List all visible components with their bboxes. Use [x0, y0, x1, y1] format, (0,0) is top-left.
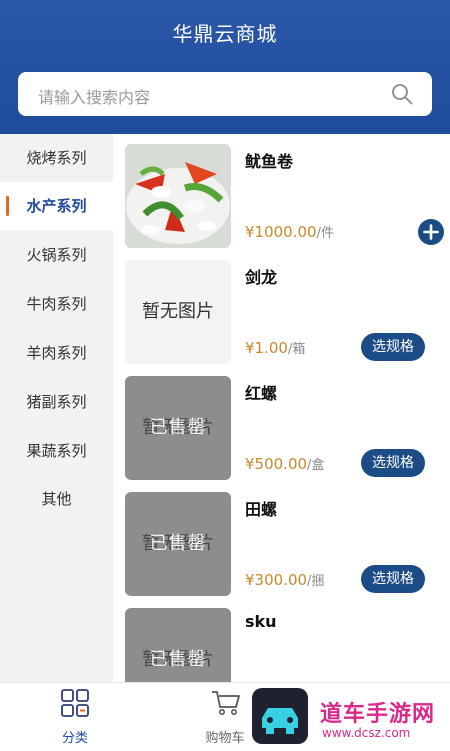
search-icon[interactable]: [390, 82, 414, 106]
product-item[interactable]: 暂无图片 已售罄 sku: [125, 608, 445, 682]
product-image[interactable]: [125, 144, 231, 248]
product-price: ¥1.00/箱: [245, 338, 305, 357]
product-name: 鱿鱼卷: [245, 152, 294, 171]
product-image[interactable]: 暂无图片: [125, 260, 231, 364]
product-price: ¥300.00/捆: [245, 570, 324, 589]
price-unit: /箱: [287, 342, 306, 357]
sold-out-overlay: 已售罄: [149, 417, 207, 438]
sold-out-overlay: 已售罄: [149, 649, 207, 670]
grid-icon: [61, 689, 89, 717]
search-input[interactable]: 请输入搜索内容: [38, 84, 150, 108]
add-to-cart-icon[interactable]: [418, 219, 444, 245]
product-image[interactable]: 暂无图片 已售罄: [125, 376, 231, 480]
product-name: 田螺: [245, 500, 278, 519]
no-image-label: 暂无图片: [142, 301, 214, 322]
product-name: sku: [245, 612, 277, 631]
product-image[interactable]: 暂无图片 已售罄: [125, 492, 231, 596]
price-value: ¥1.00: [245, 339, 288, 357]
tab-label: 分类: [61, 731, 88, 746]
watermark-logo: [252, 688, 308, 744]
price-unit: /件: [316, 226, 334, 241]
watermark-text: 道车手游网: [320, 702, 436, 727]
product-item[interactable]: 暂无图片 已售罄 红螺 ¥500.00/盒 选规格: [125, 376, 445, 482]
product-image[interactable]: 暂无图片 已售罄: [125, 608, 231, 682]
product-name: 红螺: [245, 384, 278, 403]
price-unit: /盒: [307, 458, 325, 473]
tab-category[interactable]: 分类: [30, 683, 120, 751]
search-box[interactable]: 请输入搜索内容: [18, 72, 432, 116]
product-list: 鱿鱼卷 ¥1000.00/件 暂无图片 剑龙 ¥1.00/箱 选规格 暂无图片 …: [113, 134, 450, 682]
price-unit: /捆: [307, 574, 325, 589]
product-item[interactable]: 暂无图片 剑龙 ¥1.00/箱 选规格: [125, 260, 445, 366]
product-name: 剑龙: [245, 268, 278, 287]
sold-out-overlay: 已售罄: [149, 533, 207, 554]
sidebar-item-lamb[interactable]: 羊肉系列: [0, 329, 113, 377]
price-value: ¥1000.00: [245, 223, 317, 241]
price-value: ¥300.00: [245, 571, 308, 589]
sidebar-item-seafood[interactable]: 水产系列: [0, 182, 113, 230]
sidebar-item-bbq[interactable]: 烧烤系列: [0, 134, 113, 182]
choose-spec-button[interactable]: 选规格: [361, 449, 425, 477]
watermark-url: www.dcsz.com: [322, 726, 411, 740]
choose-spec-button[interactable]: 选规格: [361, 333, 425, 361]
sidebar-item-pork-offal[interactable]: 猪副系列: [0, 378, 113, 426]
cart-icon: [212, 691, 240, 715]
product-price: ¥500.00/盒: [245, 454, 324, 473]
choose-spec-button[interactable]: 选规格: [361, 565, 425, 593]
category-sidebar: 烧烤系列 水产系列 火锅系列 牛肉系列 羊肉系列 猪副系列 果蔬系列 其他: [0, 134, 113, 682]
app-title: 华鼎云商城: [172, 22, 278, 46]
price-value: ¥500.00: [245, 455, 308, 473]
sidebar-item-produce[interactable]: 果蔬系列: [0, 427, 113, 475]
header-bar: 华鼎云商城 请输入搜索内容: [0, 0, 450, 134]
squid-dish-image: [125, 144, 231, 248]
car-icon: [262, 708, 298, 734]
sidebar-item-other[interactable]: 其他: [0, 475, 113, 523]
product-item[interactable]: 鱿鱼卷 ¥1000.00/件: [125, 144, 445, 250]
product-item[interactable]: 暂无图片 已售罄 田螺 ¥300.00/捆 选规格: [125, 492, 445, 598]
sidebar-item-beef[interactable]: 牛肉系列: [0, 280, 113, 328]
sidebar-item-hotpot[interactable]: 火锅系列: [0, 231, 113, 279]
product-price: ¥1000.00/件: [245, 222, 334, 241]
